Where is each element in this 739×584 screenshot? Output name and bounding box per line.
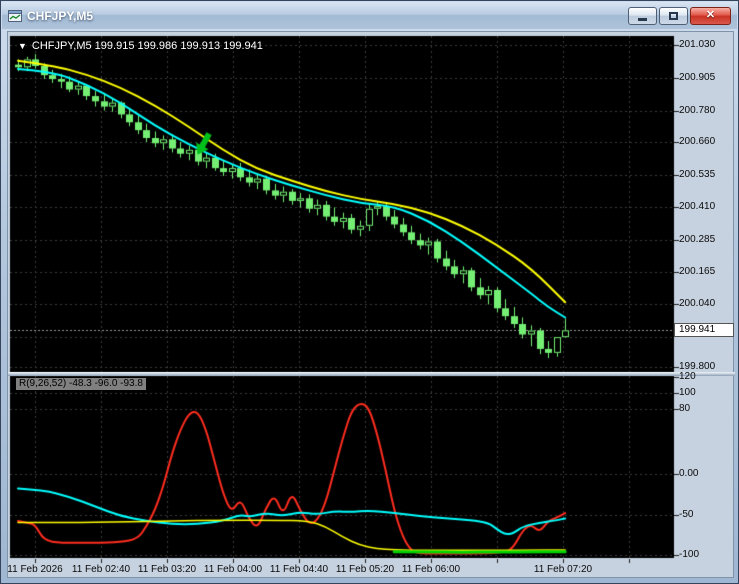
- price-tick-label: 200.905: [679, 71, 716, 83]
- price-tick-label: 200.040: [679, 298, 716, 310]
- maximize-button[interactable]: [659, 6, 688, 25]
- price-tick-label: 200.660: [679, 135, 716, 147]
- current-price-box: 199.941: [674, 323, 734, 338]
- maximize-icon: [669, 11, 678, 20]
- indicator-tick-label: 0.00: [679, 468, 699, 479]
- indicator-tick-label: -100: [679, 549, 700, 560]
- time-tick-label: 11 Feb 2026: [7, 564, 63, 575]
- ohlc-label: ▼ CHFJPY,M5 199.915 199.986 199.913 199.…: [18, 40, 263, 52]
- price-tick-label: 200.285: [679, 234, 716, 246]
- chart-area: ▼ CHFJPY,M5 199.915 199.986 199.913 199.…: [7, 31, 735, 579]
- close-icon: ✕: [705, 9, 716, 21]
- close-button[interactable]: ✕: [690, 6, 731, 25]
- time-tick-label: 11 Feb 06:00: [401, 564, 461, 575]
- indicator-tick-label: 120: [679, 370, 696, 382]
- time-tick-label: 11 Feb 04:40: [269, 564, 329, 575]
- price-tick-label: 200.410: [679, 201, 716, 213]
- price-tick-label: 200.780: [679, 104, 716, 116]
- ohlc-text: CHFJPY,M5 199.915 199.986 199.913 199.94…: [31, 40, 263, 52]
- time-tick-label: 11 Feb 05:20: [335, 564, 395, 575]
- minimize-icon: [638, 18, 647, 21]
- indicator-tick-label: -50: [679, 508, 694, 520]
- indicator-label: R(9,26,52) -48.3 -96.0 -93.8: [16, 378, 146, 390]
- time-axis[interactable]: 11 Feb 2026 11 Feb 02:40 11 Feb 03:20 11 Fe…: [7, 558, 674, 579]
- time-tick-label: 11 Feb 04:00: [203, 564, 263, 575]
- window-title: CHFJPY,M5: [27, 8, 94, 23]
- collapse-arrow-icon[interactable]: ▼: [18, 41, 27, 51]
- time-tick-label: 11 Feb 03:20: [137, 564, 197, 575]
- price-tick-label: 201.030: [679, 39, 716, 50]
- price-tick-label: 200.165: [679, 265, 716, 277]
- mt4-chart-window: CHFJPY,M5 ✕ ▼ CHFJPY,M5 199.915 199.986 …: [0, 0, 739, 584]
- title-bar[interactable]: CHFJPY,M5 ✕: [2, 2, 737, 29]
- panel-divider[interactable]: [8, 372, 735, 376]
- minimize-button[interactable]: [628, 6, 657, 25]
- price-tick-label: 200.535: [679, 168, 716, 180]
- indicator-tick-label: 100: [679, 387, 696, 398]
- window-controls: ✕: [628, 6, 731, 25]
- chart-window-icon: [8, 9, 22, 22]
- price-scale[interactable]: 199.941 201.030 200.905 200.780 200.660 200.…: [674, 32, 735, 579]
- indicator-tick-label: 80: [679, 403, 691, 415]
- time-tick-label: 11 Feb 07:20: [533, 564, 593, 575]
- price-chart-canvas[interactable]: [8, 32, 735, 579]
- time-tick-label: 11 Feb 02:40: [71, 564, 131, 575]
